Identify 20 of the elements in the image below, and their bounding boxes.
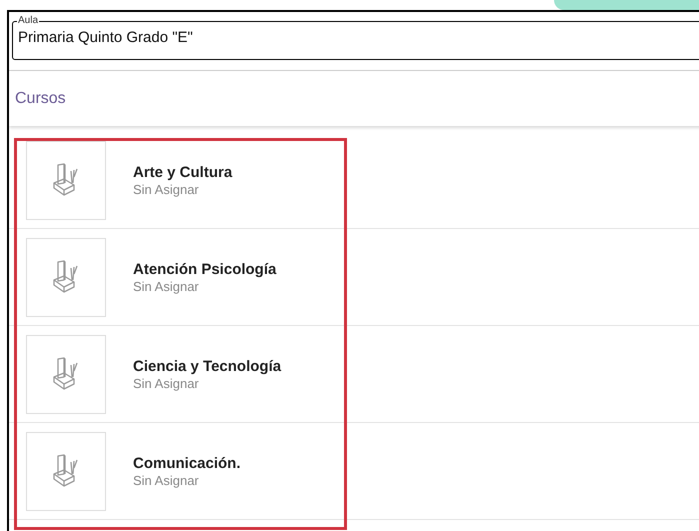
book-stand-icon <box>52 454 80 488</box>
section-title: Cursos <box>15 88 66 108</box>
course-teacher: Sin Asignar <box>133 376 200 392</box>
course-row[interactable]: Ciencia y Tecnología Sin Asignar <box>9 326 699 423</box>
course-name: Atención Psicología <box>133 260 276 278</box>
course-row[interactable]: Comunicación. Sin Asignar <box>9 423 699 520</box>
course-teacher: Sin Asignar <box>133 278 200 294</box>
book-stand-icon <box>52 260 80 294</box>
course-name: Arte y Cultura <box>133 162 232 182</box>
field-value: Primaria Quinto Grado "E" <box>18 28 194 48</box>
classroom-field[interactable]: Aula Primaria Quinto Grado "E" <box>12 16 699 60</box>
course-name: Comunicación. <box>133 454 241 472</box>
field-label: Aula <box>17 16 40 26</box>
course-name: Ciencia y Tecnología <box>133 356 282 376</box>
course-teacher: Sin Asignar <box>133 182 200 198</box>
book-stand-icon <box>52 357 80 391</box>
book-stand-icon <box>52 163 80 197</box>
course-row[interactable]: Arte y Cultura Sin Asignar <box>9 132 699 229</box>
course-teacher: Sin Asignar <box>133 472 200 488</box>
course-row[interactable]: Atención Psicología Sin Asignar <box>9 229 699 326</box>
